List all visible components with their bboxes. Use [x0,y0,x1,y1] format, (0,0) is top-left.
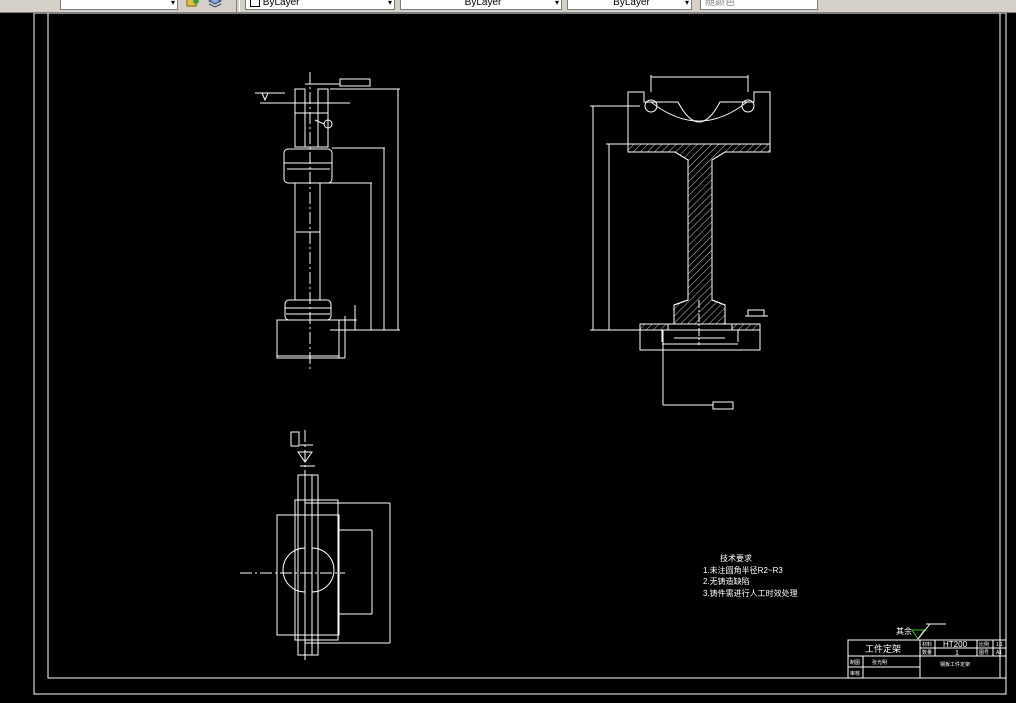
designer-label: 制图 [850,659,860,666]
material-label: 材料 [922,641,932,648]
scale-value: 1:1 [996,642,1003,648]
chevron-down-icon: ▾ [170,0,175,7]
sheet-value: A1 [996,650,1002,656]
front-view [255,72,400,370]
layer-manager-icon[interactable] [186,0,200,9]
side-view [590,75,771,410]
title-block: 工件定架 材料 HT200 数量 1 比例 1:1 图号 A1 钢板工件定架 制… [847,639,1007,679]
color-combo[interactable]: ByLayer ▾ [245,0,395,10]
sheet-label: 图号 [979,650,989,656]
plotstyle-combo[interactable]: 随颜色 [700,0,818,10]
plotstyle-combo-value: 随颜色 [705,0,735,8]
chevron-down-icon: ▾ [554,0,559,7]
drawing-name: 钢板工件定架 [940,661,970,668]
scale-label: 比例 [979,641,989,648]
color-combo-value: ByLayer [262,0,300,8]
inner-frame [47,12,1001,679]
technical-requirements: 技术要求 1.未注圆角半径R2~R3 2.无铸造缺陷 3.铸件需进行人工时效处理 [703,553,798,598]
lineweight-combo[interactable]: ByLayer ▾ [567,0,692,10]
notes-title: 技术要求 [720,553,752,563]
roughness-label: 其余 [896,626,912,636]
chevron-down-icon: ▾ [387,0,392,7]
outer-frame [33,12,1007,695]
part-name: 工件定架 [865,643,901,654]
layer-previous-icon[interactable] [208,0,222,9]
color-swatch-icon [250,0,260,8]
note-line-3: 3.铸件需进行人工时效处理 [703,588,798,598]
note-line-2: 2.无铸造缺陷 [703,576,750,586]
quantity-value: 1 [955,650,959,657]
note-line-1: 1.未注圆角半径R2~R3 [703,565,783,575]
linetype-combo-value: ByLayer [464,0,502,8]
properties-toolbar: ▾ ByLayer ▾ ByLayer ▾ ByLayer ▾ 随颜色 [0,0,1016,13]
designer-value: 张光明 [872,659,887,666]
chevron-down-icon: ▾ [684,0,689,7]
qty-label: 数量 [922,649,932,656]
top-view [240,430,391,660]
material-value: HT200 [943,640,968,649]
layer-combo[interactable]: ▾ [60,0,178,10]
linetype-combo[interactable]: ByLayer ▾ [400,0,562,10]
lineweight-combo-value: ByLayer [613,0,650,8]
toolbar-separator [236,0,240,12]
cad-drawing: 技术要求 1.未注圆角半径R2~R3 2.无铸造缺陷 3.铸件需进行人工时效处理… [33,12,1007,695]
roughness-symbol: 其余 [896,623,946,640]
drawing-canvas[interactable]: 技术要求 1.未注圆角半径R2~R3 2.无铸造缺陷 3.铸件需进行人工时效处理… [0,12,1016,698]
checker-label: 审核 [850,670,860,677]
